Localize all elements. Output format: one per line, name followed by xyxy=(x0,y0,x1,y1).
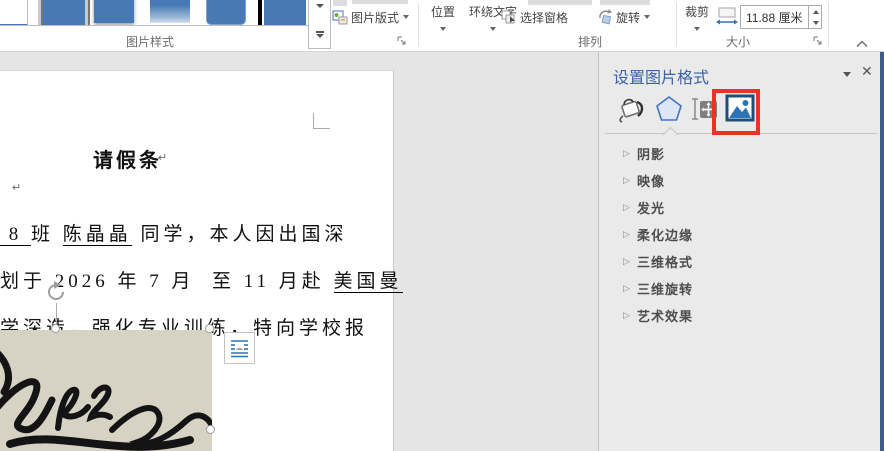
pane-section-发光[interactable]: ▷发光 xyxy=(599,194,884,221)
clipped-ribbon-button xyxy=(352,0,408,4)
layout-options-button[interactable] xyxy=(224,332,255,364)
clipped-ribbon-button xyxy=(600,0,650,5)
rotate-handle[interactable] xyxy=(45,281,67,308)
gallery-more-button[interactable] xyxy=(309,31,330,38)
dropdown-arrow-icon xyxy=(490,27,496,31)
expand-triangle-icon: ▷ xyxy=(623,283,637,294)
gallery-row-down-button[interactable] xyxy=(309,4,330,8)
gallery-scrollbar xyxy=(308,0,331,49)
width-spinner xyxy=(808,6,822,28)
pane-section-柔化边缘[interactable]: ▷柔化边缘 xyxy=(599,221,884,248)
clipped-ribbon-button xyxy=(528,0,592,5)
effects-section-list: ▷阴影▷映像▷发光▷柔化边缘▷三维格式▷三维旋转▷艺术效果 xyxy=(599,140,884,329)
picture-styles-dialog-launcher[interactable] xyxy=(396,34,408,46)
pane-close-button[interactable]: ✕ xyxy=(861,64,873,78)
expand-triangle-icon: ▷ xyxy=(623,202,637,213)
selection-pane-button[interactable]: 选择窗格 xyxy=(501,8,568,26)
width-icon xyxy=(716,7,738,32)
expand-triangle-icon: ▷ xyxy=(623,175,637,186)
picture-layout-label: 图片版式 xyxy=(351,9,399,26)
pane-section-映像[interactable]: ▷映像 xyxy=(599,167,884,194)
group-label-size: 大小 xyxy=(678,33,798,50)
pane-options-arrow-icon[interactable] xyxy=(843,72,851,77)
pane-section-label: 三维格式 xyxy=(637,252,693,271)
picture-layout-icon xyxy=(332,9,348,25)
selection-handle-top-right[interactable] xyxy=(205,324,214,333)
fill-and-line-icon xyxy=(617,94,645,124)
effects-icon xyxy=(655,94,683,124)
pane-section-label: 发光 xyxy=(637,198,665,217)
pane-section-艺术效果[interactable]: ▷艺术效果 xyxy=(599,302,884,329)
layout-options-icon xyxy=(229,338,250,358)
picture-styles-gallery xyxy=(0,0,308,26)
tab-fill-and-line[interactable] xyxy=(617,94,645,129)
pane-section-三维旋转[interactable]: ▷三维旋转 xyxy=(599,275,884,302)
group-label-picture-styles: 图片样式 xyxy=(0,33,300,50)
spinner-up-button[interactable] xyxy=(809,6,822,17)
document-page[interactable]: 请假条 ↵ ↵ 8 班 陈晶晶 同学，本人因出国深划于 2026 年 7 月 至… xyxy=(0,70,394,451)
document-line: 8 班 陈晶晶 同学，本人因出国深 xyxy=(0,219,348,246)
collapse-ribbon-button[interactable] xyxy=(855,35,869,53)
expand-triangle-icon: ▷ xyxy=(623,310,637,321)
format-picture-pane: 设置图片格式 ✕ xyxy=(598,52,884,451)
selection-pane-icon xyxy=(501,9,517,25)
size-dialog-launcher[interactable] xyxy=(812,34,824,46)
rotate-button[interactable]: 旋转 xyxy=(597,8,650,26)
clipped-ribbon-button xyxy=(333,0,347,6)
group-separator xyxy=(828,3,829,46)
dropdown-arrow-icon xyxy=(644,15,650,19)
position-button[interactable]: 位置 xyxy=(424,0,462,48)
word-window: 图片样式 图片版式 位置 环绕文字 xyxy=(0,0,884,451)
picture-style-thumbnail[interactable] xyxy=(94,0,134,23)
expand-triangle-icon: ▷ xyxy=(623,148,637,159)
down-arrow-icon xyxy=(316,4,324,8)
pane-section-阴影[interactable]: ▷阴影 xyxy=(599,140,884,167)
tab-effects-active[interactable] xyxy=(655,94,683,129)
group-label-arrange: 排列 xyxy=(480,33,700,50)
selection-handle-top[interactable] xyxy=(51,324,60,333)
signature-strokes xyxy=(0,330,212,451)
picture-style-thumbnail[interactable] xyxy=(38,0,90,26)
paragraph-mark-icon: ↵ xyxy=(158,151,167,164)
pane-section-label: 三维旋转 xyxy=(637,279,693,298)
group-separator xyxy=(418,3,419,46)
picture-style-thumbnail-selected[interactable] xyxy=(258,0,308,26)
margin-corner-mark xyxy=(313,113,314,129)
picture-layout-button[interactable]: 图片版式 xyxy=(332,8,409,26)
chevron-up-icon xyxy=(855,40,869,48)
selection-handle-right[interactable] xyxy=(206,425,215,434)
dropdown-arrow-icon xyxy=(694,27,700,31)
more-bar-icon xyxy=(316,31,324,33)
rotate-arrow-icon xyxy=(45,281,67,303)
pane-section-label: 映像 xyxy=(637,171,665,190)
margin-corner-mark xyxy=(313,128,330,129)
picture-style-thumbnail[interactable] xyxy=(150,0,190,23)
down-arrow-icon xyxy=(316,34,324,38)
picture-style-thumbnail[interactable] xyxy=(0,0,28,26)
picture-style-thumbnail[interactable] xyxy=(206,0,246,25)
paragraph-mark-icon: ↵ xyxy=(12,181,21,194)
pane-section-label: 阴影 xyxy=(637,144,665,163)
pane-title: 设置图片格式 xyxy=(613,64,709,88)
group-separator xyxy=(676,3,677,46)
expand-triangle-icon: ▷ xyxy=(623,229,637,240)
window-edge xyxy=(880,52,884,451)
expand-triangle-icon: ▷ xyxy=(623,256,637,267)
pane-section-label: 艺术效果 xyxy=(637,306,693,325)
dropdown-arrow-icon xyxy=(403,15,409,19)
spinner-down-button[interactable] xyxy=(809,17,822,28)
ribbon: 图片样式 图片版式 位置 环绕文字 xyxy=(0,0,884,52)
red-highlight-annotation xyxy=(712,89,760,135)
pane-section-label: 柔化边缘 xyxy=(637,225,693,244)
pane-section-三维格式[interactable]: ▷三维格式 xyxy=(599,248,884,275)
document-heading: 请假条 xyxy=(93,144,162,173)
dropdown-arrow-icon xyxy=(440,27,446,31)
rotate-icon xyxy=(597,9,613,25)
signature-picture[interactable] xyxy=(0,330,212,451)
